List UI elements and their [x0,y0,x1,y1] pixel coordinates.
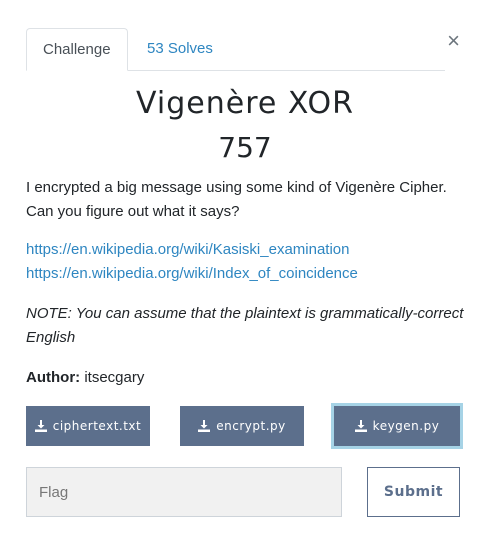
challenge-value: 757 [218,131,272,164]
author-label: Author: [26,369,81,386]
download-keygen-button[interactable]: keygen.py [331,403,463,449]
tab-solves[interactable]: 53 Solves [131,28,229,70]
challenge-description-block: I encrypted a big message using some kin… [26,176,466,390]
download-label: ciphertext.txt [52,419,142,433]
author-name: itsecgary [84,369,145,386]
reference-links: https://en.wikipedia.org/wiki/Kasiski_ex… [26,238,466,286]
download-ciphertext-button[interactable]: ciphertext.txt [26,406,150,446]
link-index-of-coincidence[interactable]: https://en.wikipedia.org/wiki/Index_of_c… [26,262,466,286]
tab-challenge[interactable]: Challenge [26,28,128,71]
challenge-description: I encrypted a big message using some kin… [26,179,447,220]
submit-button[interactable]: Submit [367,467,460,517]
download-label: keygen.py [372,419,440,433]
download-icon [198,420,211,432]
close-icon[interactable]: × [447,29,460,53]
download-icon [34,420,47,432]
download-icon [354,420,367,432]
flag-input[interactable] [26,467,342,517]
tab-bar: Challenge 53 Solves [26,28,445,71]
challenge-title: Vigenère XOR [136,86,354,121]
challenge-note: NOTE: You can assume that the plaintext … [26,305,464,346]
download-label: encrypt.py [216,419,286,433]
file-downloads: ciphertext.txt encrypt.py keygen.py [26,403,466,449]
link-kasiski[interactable]: https://en.wikipedia.org/wiki/Kasiski_ex… [26,238,466,262]
download-encrypt-button[interactable]: encrypt.py [180,406,304,446]
author-line: Author: itsecgary [26,366,466,390]
